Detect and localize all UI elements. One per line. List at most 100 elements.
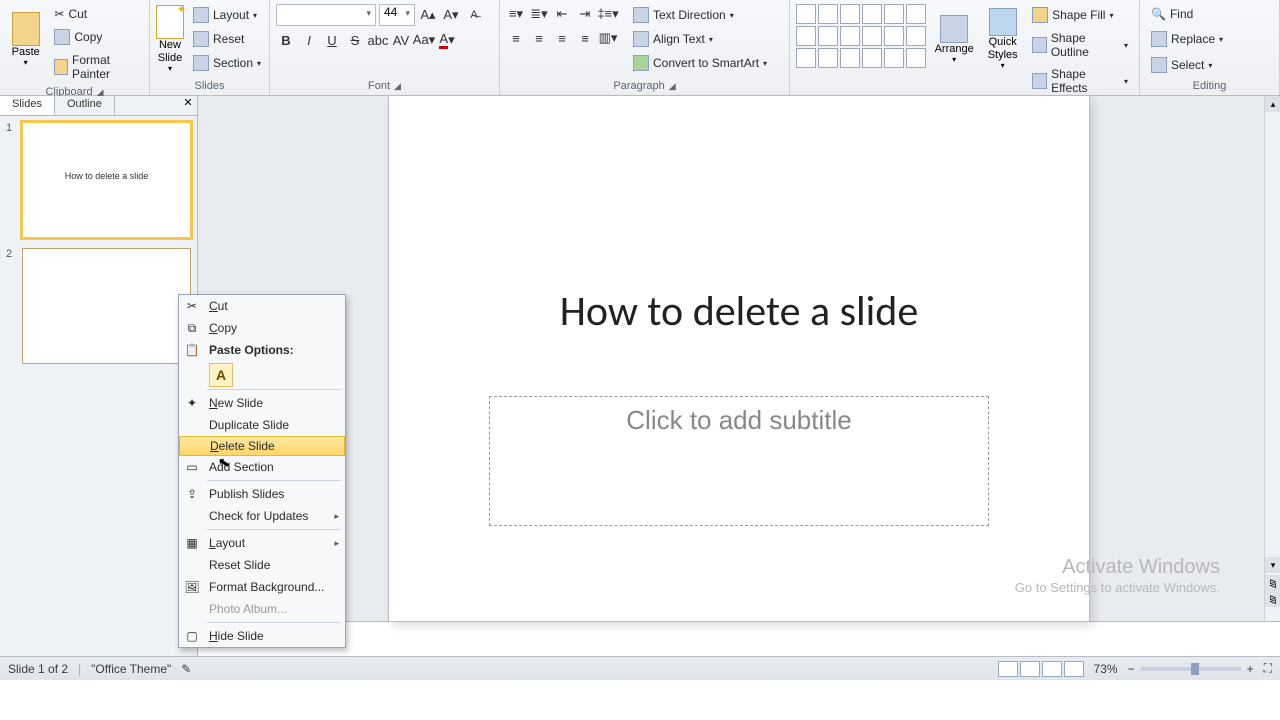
cut-button[interactable]: ✂Cut	[49, 4, 143, 24]
shape-effects-button[interactable]: Shape Effects ▾	[1027, 64, 1133, 98]
next-slide-button[interactable]: ⧎	[1265, 591, 1280, 607]
ctx-photo-album: Photo Album...	[179, 598, 345, 620]
ctx-new-slide[interactable]: ✦New Slide	[179, 392, 345, 414]
group-clipboard: Paste ▾ ✂Cut Copy Format Painter Clipboa…	[0, 0, 150, 95]
line-spacing-button[interactable]: ‡≡▾	[598, 4, 618, 24]
view-buttons[interactable]	[998, 661, 1084, 677]
dialog-launcher-icon[interactable]: ◢	[669, 81, 676, 91]
zoom-level[interactable]: 73%	[1094, 662, 1118, 676]
group-slides: ✦ New Slide ▾ Layout ▾ Reset Section ▾ S…	[150, 0, 270, 95]
justify-button[interactable]: ≡	[575, 28, 595, 48]
shrink-font-button[interactable]: A▾	[441, 5, 461, 25]
title-placeholder[interactable]: How to delete a slide	[389, 286, 1089, 337]
outdent-button[interactable]: ⇤	[552, 4, 572, 24]
layout-button[interactable]: Layout ▾	[188, 4, 266, 26]
arrange-button[interactable]: Arrange▾	[930, 4, 978, 74]
select-button[interactable]: Select ▾	[1146, 54, 1217, 76]
align-center-button[interactable]: ≡	[529, 28, 549, 48]
slide-thumb-1[interactable]: 1 How to delete a slide	[6, 122, 191, 238]
ctx-format-background[interactable]: 🖼Format Background...	[179, 576, 345, 598]
new-slide-button[interactable]: ✦ New Slide ▾	[156, 4, 184, 74]
shadow-button[interactable]: abc	[368, 30, 388, 50]
ctx-delete-slide[interactable]: Delete Slide	[179, 436, 345, 456]
ctx-copy[interactable]: ⧉Copy	[179, 317, 345, 339]
spellcheck-icon[interactable]: ✎	[181, 662, 191, 676]
brush-icon	[54, 59, 68, 75]
ctx-hide-slide[interactable]: ▢Hide Slide	[179, 625, 345, 647]
grow-font-button[interactable]: A▴	[418, 5, 438, 25]
zoom-slider[interactable]: − +	[1128, 662, 1254, 676]
italic-button[interactable]: I	[299, 30, 319, 50]
bold-button[interactable]: B	[276, 30, 296, 50]
align-left-button[interactable]: ≡	[506, 28, 526, 48]
body-area: Slides Outline ✕ 1 How to delete a slide…	[0, 96, 1280, 656]
spacing-button[interactable]: AV	[391, 30, 411, 50]
slide-canvas[interactable]: How to delete a slide Click to add subti…	[389, 96, 1089, 621]
fill-icon	[1032, 7, 1048, 23]
align-right-button[interactable]: ≡	[552, 28, 572, 48]
text-direction-button[interactable]: Text Direction ▾	[628, 4, 772, 26]
windows-watermark: Activate Windows Go to Settings to activ…	[1015, 554, 1220, 597]
prev-slide-button[interactable]: ⧎	[1265, 575, 1280, 591]
copy-button[interactable]: Copy	[49, 26, 143, 48]
tab-outline[interactable]: Outline	[55, 96, 115, 115]
ctx-duplicate-slide[interactable]: Duplicate Slide	[179, 414, 345, 436]
layout-icon: ▦	[183, 534, 201, 552]
ctx-layout[interactable]: ▦Layout▸	[179, 532, 345, 554]
quick-styles-button[interactable]: Quick Styles▾	[982, 4, 1023, 74]
find-button[interactable]: 🔍Find	[1146, 4, 1198, 24]
slide-thumb-2[interactable]: 2	[6, 248, 191, 364]
font-color-button[interactable]: A▾	[437, 30, 457, 50]
paste-button[interactable]: Paste ▾	[6, 4, 45, 74]
scroll-up-button[interactable]: ▴	[1265, 96, 1280, 112]
vertical-scrollbar[interactable]: ▴ ▾ ⧎ ⧎	[1264, 96, 1280, 621]
bullets-button[interactable]: ≡▾	[506, 4, 526, 24]
shape-outline-button[interactable]: Shape Outline ▾	[1027, 28, 1133, 62]
dialog-launcher-icon[interactable]: ◢	[394, 81, 401, 91]
numbering-button[interactable]: ≣▾	[529, 4, 549, 24]
reset-button[interactable]: Reset	[188, 28, 266, 50]
fit-button[interactable]: ⛶	[1264, 661, 1272, 676]
copy-icon: ⧉	[183, 319, 201, 337]
ctx-add-section[interactable]: ▭Add Section	[179, 456, 345, 478]
ctx-publish-slides[interactable]: ⇪Publish Slides	[179, 483, 345, 505]
case-button[interactable]: Aa▾	[414, 30, 434, 50]
clear-format-button[interactable]: A̶	[464, 5, 484, 25]
subtitle-placeholder[interactable]: Click to add subtitle	[489, 396, 989, 526]
ctx-cut[interactable]: ✂Cut	[179, 295, 345, 317]
smartart-icon	[633, 55, 649, 71]
underline-button[interactable]: U	[322, 30, 342, 50]
chevron-right-icon: ▸	[334, 511, 339, 522]
indent-button[interactable]: ⇥	[575, 4, 595, 24]
font-family-combo[interactable]	[276, 4, 376, 26]
tab-slides[interactable]: Slides	[0, 96, 55, 115]
replace-button[interactable]: Replace ▾	[1146, 28, 1228, 50]
format-painter-button[interactable]: Format Painter	[49, 50, 143, 84]
columns-button[interactable]: ▥▾	[598, 28, 618, 48]
font-size-combo[interactable]: 44	[379, 4, 415, 26]
scroll-down-button[interactable]: ▾	[1265, 557, 1280, 573]
align-text-button[interactable]: Align Text ▾	[628, 28, 772, 50]
ctx-check-updates[interactable]: Check for Updates▸	[179, 505, 345, 527]
section-button[interactable]: Section ▾	[188, 52, 266, 74]
panel-tabs: Slides Outline ✕	[0, 96, 197, 116]
paste-label: Paste	[12, 46, 40, 58]
zoom-in-button[interactable]: +	[1247, 662, 1254, 676]
shape-fill-button[interactable]: Shape Fill ▾	[1027, 4, 1133, 26]
strike-button[interactable]: S	[345, 30, 365, 50]
close-panel-button[interactable]: ✕	[179, 96, 197, 115]
notes-pane[interactable]: Click to add notes	[198, 621, 1280, 656]
status-slide: Slide 1 of 2	[8, 662, 68, 676]
shapes-gallery[interactable]	[796, 4, 926, 68]
outline-icon	[1032, 37, 1047, 53]
ctx-paste-option-keep[interactable]: A	[209, 363, 233, 387]
section-icon	[193, 55, 209, 71]
group-label: Editing	[1193, 80, 1227, 92]
quick-styles-icon	[989, 8, 1017, 36]
zoom-out-button[interactable]: −	[1128, 662, 1135, 676]
convert-smartart-button[interactable]: Convert to SmartArt ▾	[628, 52, 772, 74]
ctx-reset-slide[interactable]: Reset Slide	[179, 554, 345, 576]
slides-panel: Slides Outline ✕ 1 How to delete a slide…	[0, 96, 198, 656]
context-menu: ✂Cut ⧉Copy 📋Paste Options: A ✦New Slide …	[178, 294, 346, 648]
status-theme: "Office Theme"	[91, 662, 171, 676]
